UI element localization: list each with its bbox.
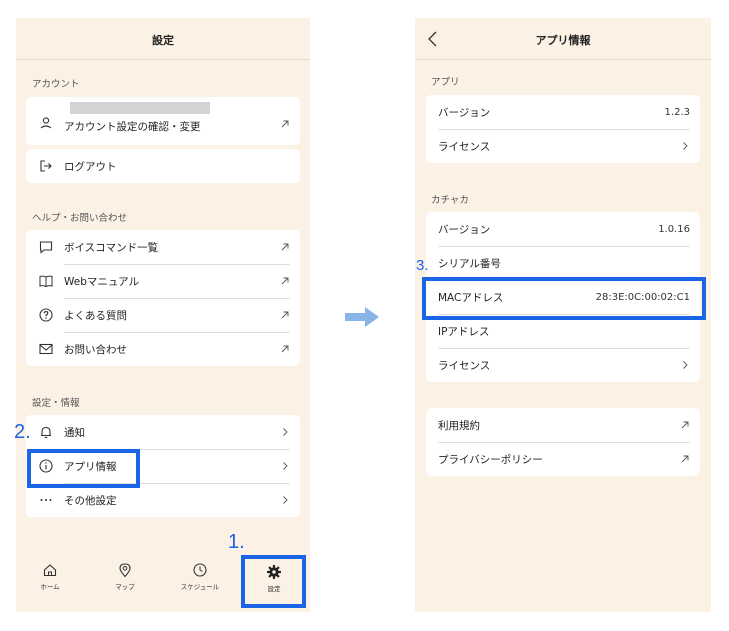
app-license-label: ライセンス [438,140,491,153]
device-license-row[interactable]: ライセンス [426,348,700,382]
tab-label: マップ [115,583,135,591]
chevron-right-icon [283,496,288,504]
app-license-row[interactable]: ライセンス [426,129,700,163]
help-item-contact[interactable]: お問い合わせ [26,332,300,366]
logout-button[interactable]: ログアウト [26,149,300,183]
chat-bubble-icon [39,241,53,254]
logout-label: ログアウト [64,160,117,173]
help-item-web-manual[interactable]: Webマニュアル [26,264,300,298]
home-icon [43,564,57,577]
step-number-2: 2. [14,421,31,443]
chevron-right-icon [283,428,288,436]
device-version-row: バージョン 1.0.16 [426,212,700,246]
serial-number-label: シリアル番号 [438,257,501,270]
logout-card: ログアウト [26,149,300,183]
terms-label: 利用規約 [438,419,480,432]
external-arrow-icon [681,421,689,429]
account-settings-card: アカウント設定の確認・変更 [26,97,300,145]
arrow-right-icon [345,307,379,327]
app-info-navbar: アプリ情報 [415,18,711,60]
account-settings-label: アカウント設定の確認・変更 [64,121,201,133]
tab-home[interactable]: ホーム [20,562,80,591]
other-settings-label: その他設定 [64,494,117,507]
masked-email [70,102,210,114]
account-settings-row[interactable]: アカウント設定の確認・変更 [26,97,300,145]
book-icon [39,275,53,288]
highlight-mac-address [422,277,706,320]
external-arrow-icon [281,243,289,251]
external-arrow-icon [281,277,289,285]
terms-row[interactable]: 利用規約 [426,408,700,442]
external-arrow-icon [281,311,289,319]
external-arrow-icon [281,120,289,128]
chevron-right-icon [683,361,688,369]
chevron-right-icon [283,462,288,470]
privacy-row[interactable]: プライバシーポリシー [426,442,700,476]
tab-map[interactable]: マップ [95,562,155,591]
mail-icon [39,343,53,355]
app-version-value: 1.2.3 [664,106,690,118]
step-number-1: 1. [228,531,245,553]
ip-address-label: IPアドレス [438,325,490,338]
app-version-label: バージョン [438,106,491,119]
user-icon [40,117,52,129]
chevron-right-icon [683,142,688,150]
help-item-faq[interactable]: よくある質問 [26,298,300,332]
help-card: ボイスコマンド一覧 Webマニュアル よくある質問 お問い合わせ [26,230,300,366]
section-label-app: アプリ [431,77,460,88]
tab-label: ホーム [40,583,60,591]
clock-icon [193,563,207,577]
highlight-app-info [27,449,140,488]
section-label-help: ヘルプ・お問い合わせ [32,213,128,224]
external-arrow-icon [281,345,289,353]
question-circle-icon [39,308,53,322]
section-label-settings: 設定・情報 [32,398,80,409]
device-version-label: バージョン [438,223,491,236]
highlight-settings-tab [241,555,306,608]
app-version-row: バージョン 1.2.3 [426,95,700,129]
other-settings-item[interactable]: その他設定 [26,483,300,517]
section-label-account: アカウント [32,79,80,90]
page-title: 設定 [152,34,174,47]
notification-item[interactable]: 通知 [26,415,300,449]
settings-screen: 設定 アカウント アカウント設定の確認・変更 ログアウト ヘルプ・お問い合わせ … [16,18,310,612]
map-pin-icon [119,563,131,578]
serial-number-row: シリアル番号 [426,246,700,280]
help-item-label: お問い合わせ [64,343,127,356]
device-version-value: 1.0.16 [658,223,690,235]
logout-icon [40,160,52,172]
more-dots-icon [40,499,52,501]
help-item-label: ボイスコマンド一覧 [64,241,159,254]
help-item-label: よくある質問 [64,309,127,322]
device-license-label: ライセンス [438,359,491,372]
section-label-device: カチャカ [431,195,469,206]
settings-navbar: 設定 [16,18,310,60]
tab-schedule[interactable]: スケジュール [170,562,230,591]
tab-label: スケジュール [180,583,220,591]
help-item-label: Webマニュアル [64,275,140,288]
privacy-label: プライバシーポリシー [438,453,543,466]
page-title: アプリ情報 [535,34,591,47]
legal-card: 利用規約 プライバシーポリシー [426,408,700,476]
app-card: バージョン 1.2.3 ライセンス [426,95,700,163]
help-item-voice-commands[interactable]: ボイスコマンド一覧 [26,230,300,264]
bell-icon [41,426,51,439]
notification-label: 通知 [64,426,85,439]
external-arrow-icon [681,455,689,463]
step-number-3: 3. [416,257,429,274]
